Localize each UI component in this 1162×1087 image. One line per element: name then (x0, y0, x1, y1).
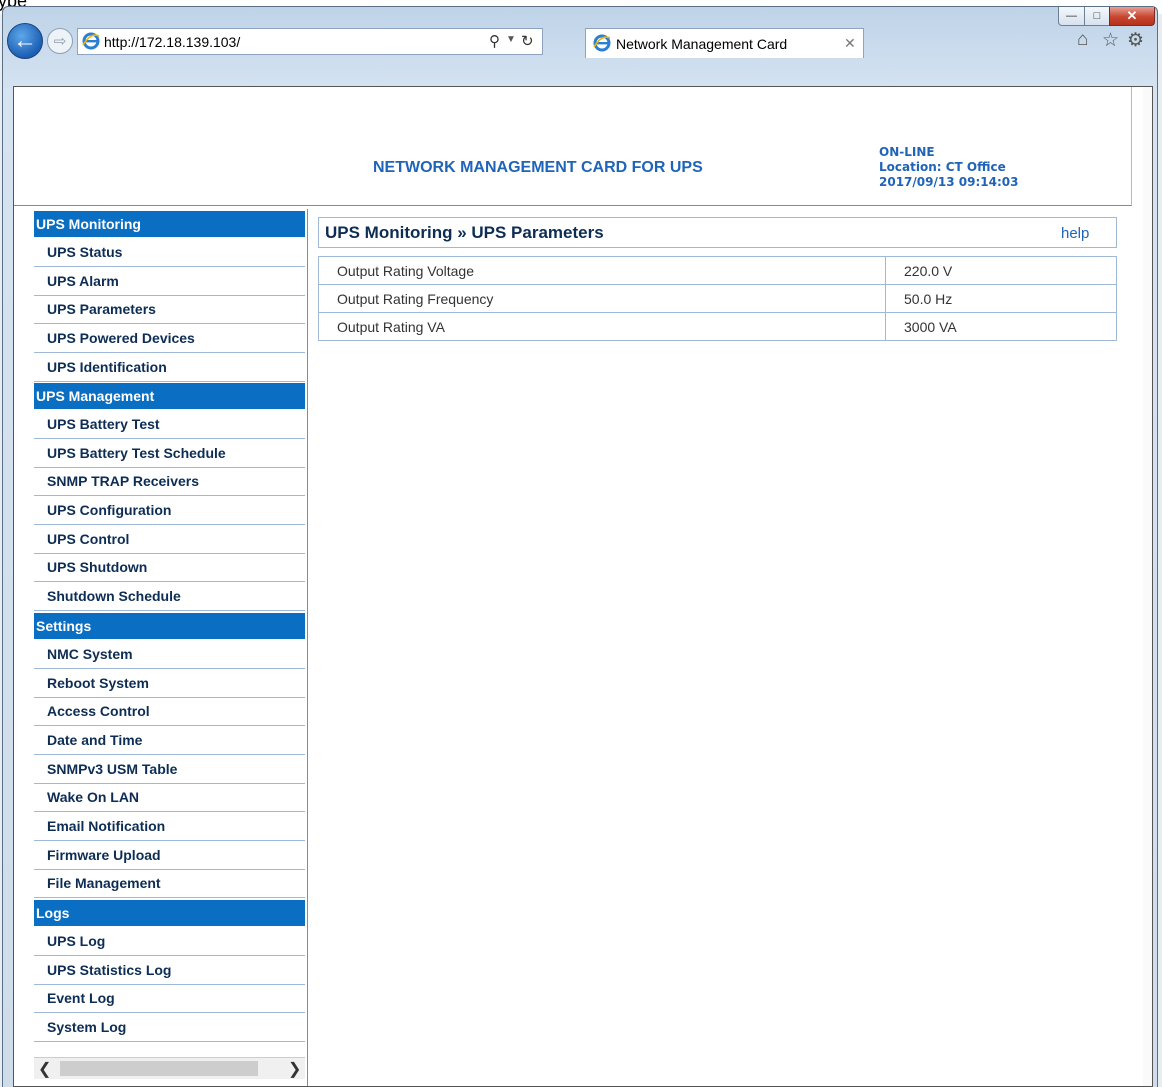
status-online: ON-LINE (879, 145, 935, 159)
help-link[interactable]: help (1061, 225, 1089, 242)
tab-title: Network Management Card (616, 36, 788, 52)
sidebar-item[interactable]: UPS Alarm (34, 268, 305, 296)
parameter-name: Output Rating VA (318, 312, 886, 341)
close-tab-icon[interactable]: ✕ (844, 35, 856, 52)
maximize-button[interactable]: □ (1084, 7, 1110, 26)
sidebar-menu: UPS Monitoring UPS Status UPS Alarm UPS Par… (14, 209, 308, 1086)
search-icon[interactable]: ⚲ (489, 32, 500, 50)
chevron-down-icon[interactable]: ▼ (506, 34, 516, 45)
minimize-button[interactable]: — (1058, 7, 1085, 26)
parameter-value: 220.0 V (885, 256, 1117, 285)
close-window-button[interactable]: ✕ (1109, 7, 1155, 26)
menu-section-header: Logs (34, 900, 305, 926)
sidebar-item[interactable]: UPS Battery Test Schedule (34, 440, 305, 468)
scroll-left-icon[interactable]: ❮ (38, 1059, 51, 1079)
sidebar-item[interactable]: UPS Powered Devices (34, 325, 305, 353)
url-prefix: http:// (104, 34, 140, 50)
sidebar-item[interactable]: UPS Statistics Log (34, 957, 305, 985)
sidebar-item[interactable]: UPS Configuration (34, 497, 305, 525)
breadcrumb-text: UPS Monitoring » UPS Parameters (325, 223, 604, 242)
sidebar-item[interactable]: UPS Identification (34, 354, 305, 382)
sidebar-item[interactable]: Wake On LAN (34, 784, 305, 813)
gear-icon[interactable]: ⚙ (1127, 29, 1144, 52)
ups-parameters-table: Output Rating Voltage 220.0 V Output Ratin… (318, 256, 1117, 341)
url-suffix: / (236, 34, 241, 50)
ups-parameters-body: Output Rating Voltage 220.0 V Output Ratin… (318, 256, 1117, 341)
breadcrumb: UPS Monitoring » UPS Parameters help (318, 217, 1117, 248)
menu-section-header: Settings (34, 613, 305, 639)
parameter-value: 50.0 Hz (885, 284, 1117, 313)
scroll-right-icon[interactable]: ❯ (288, 1059, 301, 1079)
scrollbar-thumb[interactable] (60, 1061, 258, 1076)
sidebar-item[interactable]: NMC System (34, 641, 305, 669)
sidebar-item[interactable]: UPS Shutdown (34, 554, 305, 583)
sidebar-item[interactable]: SNMP TRAP Receivers (34, 468, 305, 497)
sidebar-item[interactable]: Shutdown Schedule (34, 583, 305, 611)
sidebar-item[interactable]: Email Notification (34, 813, 305, 841)
sidebar-item[interactable]: Event Log (34, 985, 305, 1014)
sidebar-item[interactable]: Access Control (34, 698, 305, 727)
sidebar-item[interactable]: System Log (34, 1014, 305, 1042)
sidebar-item[interactable]: File Management (34, 870, 305, 899)
back-arrow-icon[interactable]: ← (7, 23, 43, 59)
sidebar-item[interactable]: Date and Time (34, 727, 305, 755)
table-row: Output Rating Frequency 50.0 Hz (318, 284, 1117, 313)
vertical-scrollbar[interactable] (1143, 87, 1152, 1086)
sidebar-item[interactable]: UPS Log (34, 928, 305, 956)
horizontal-scrollbar[interactable]: ❮ ❯ (34, 1057, 305, 1079)
internet-explorer-icon (593, 34, 611, 52)
page-viewport: NETWORK MANAGEMENT CARD FOR UPS ON-LINE … (13, 86, 1153, 1087)
sidebar-item[interactable]: UPS Status (34, 239, 305, 267)
sidebar-item[interactable]: SNMPv3 USM Table (34, 756, 305, 784)
sidebar-item[interactable]: UPS Control (34, 526, 305, 554)
url-host: 172.18.139.103 (139, 34, 237, 50)
sidebar-item[interactable]: Firmware Upload (34, 842, 305, 870)
url-text[interactable]: http://172.18.139.103/ (104, 34, 240, 50)
sidebar-item[interactable]: UPS Battery Test (34, 411, 305, 439)
address-bar[interactable]: http://172.18.139.103/ ⚲ ▼ ↻ (77, 28, 543, 55)
parameter-value: 3000 VA (885, 312, 1117, 341)
home-icon[interactable]: ⌂ (1077, 29, 1088, 51)
sidebar-item[interactable]: Reboot System (34, 670, 305, 698)
tab-network-management-card[interactable]: Network Management Card ✕ (585, 28, 864, 58)
refresh-icon[interactable]: ↻ (521, 32, 534, 50)
parameter-name: Output Rating Voltage (318, 256, 886, 285)
ups-status-block: ON-LINE Location: CT Office 2017/09/13 0… (879, 145, 1018, 190)
status-datetime: 2017/09/13 09:14:03 (879, 175, 1019, 189)
sidebar-item[interactable]: UPS Parameters (34, 296, 305, 325)
status-location: Location: CT Office (879, 160, 1006, 174)
internet-explorer-icon (82, 32, 100, 50)
favorites-star-icon[interactable]: ☆ (1102, 29, 1119, 52)
parameter-name: Output Rating Frequency (318, 284, 886, 313)
table-row: Output Rating VA 3000 VA (318, 312, 1117, 341)
table-row: Output Rating Voltage 220.0 V (318, 256, 1117, 285)
menu-section-header: UPS Management (34, 383, 305, 409)
page-header: NETWORK MANAGEMENT CARD FOR UPS ON-LINE … (14, 87, 1132, 206)
forward-arrow-icon[interactable]: ⇨ (47, 28, 73, 54)
menu-section-header: UPS Monitoring (34, 211, 305, 237)
page-title: NETWORK MANAGEMENT CARD FOR UPS (373, 159, 703, 176)
